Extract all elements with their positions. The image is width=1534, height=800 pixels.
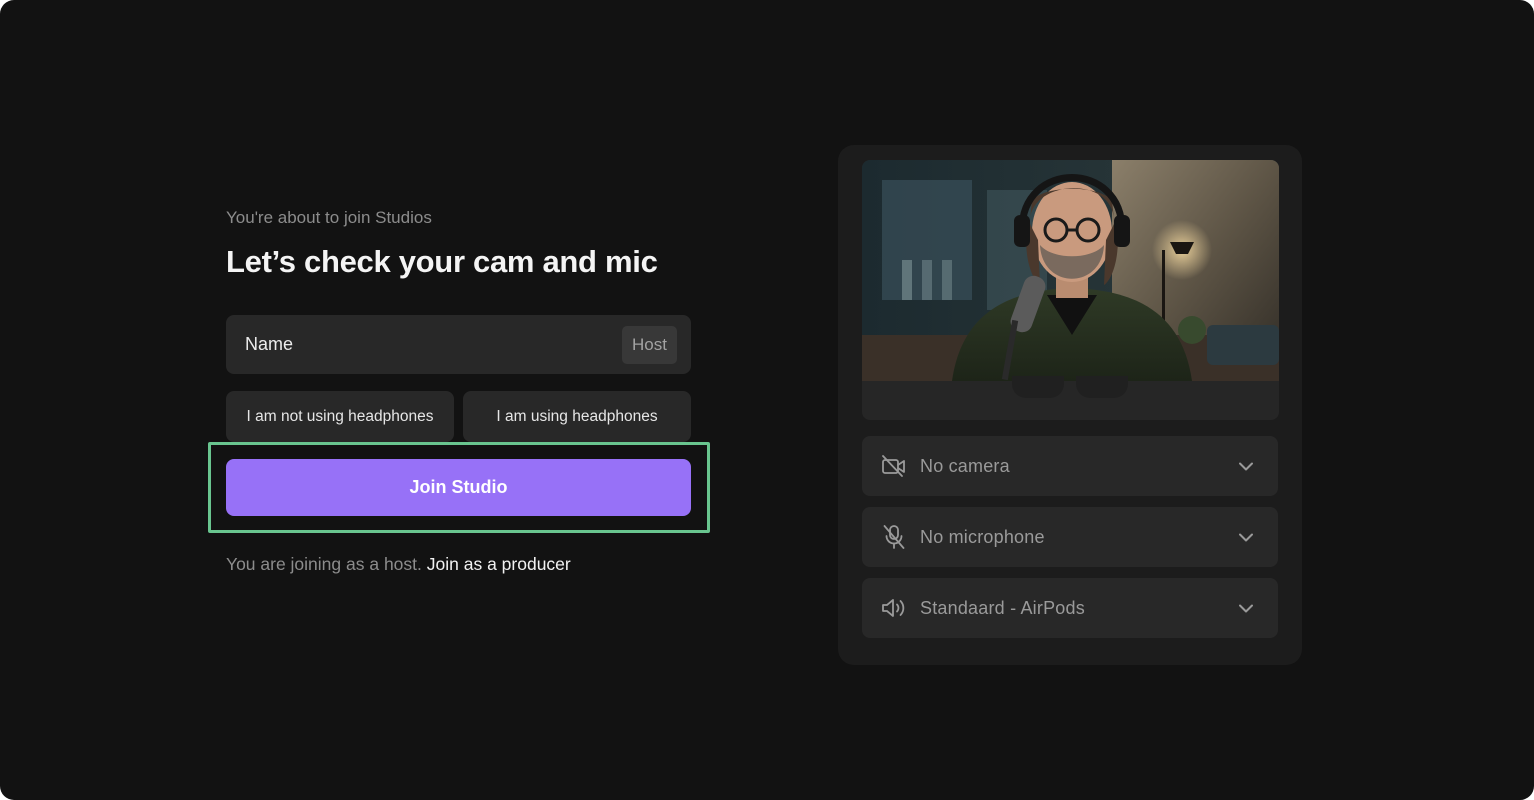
- device-panel: No camera No microphone Standaard - AirP…: [838, 145, 1302, 665]
- join-role-note: You are joining as a host. Join as a pro…: [226, 550, 571, 578]
- join-as-producer-link[interactable]: Join as a producer: [427, 554, 571, 574]
- chevron-down-icon: [1238, 600, 1254, 616]
- speaker-icon: [881, 595, 907, 621]
- chevron-down-icon: [1238, 529, 1254, 545]
- camera-select-label: No camera: [920, 455, 1010, 476]
- speaker-select-label: Standaard - AirPods: [920, 597, 1085, 618]
- join-role-text: You are joining as a host.: [226, 554, 422, 574]
- mic-off-icon: [881, 524, 907, 550]
- camera-preview: [862, 160, 1279, 420]
- join-studio-button[interactable]: Join Studio: [226, 459, 691, 516]
- not-using-headphones-button[interactable]: I am not using headphones: [226, 391, 454, 442]
- using-headphones-button[interactable]: I am using headphones: [463, 391, 691, 442]
- join-subtitle: You're about to join Studios: [226, 208, 432, 227]
- speaker-select[interactable]: Standaard - AirPods: [862, 578, 1278, 638]
- chevron-down-icon: [1238, 458, 1254, 474]
- video-control-right: [1076, 376, 1128, 398]
- role-badge: Host: [622, 325, 677, 364]
- microphone-select[interactable]: No microphone: [862, 507, 1278, 567]
- camera-select[interactable]: No camera: [862, 436, 1278, 496]
- name-field[interactable]: Host: [226, 315, 691, 374]
- join-studio-screen: You're about to join Studios Let’s check…: [0, 0, 1534, 800]
- name-input[interactable]: [245, 324, 623, 365]
- page-title: Let’s check your cam and mic: [226, 244, 658, 279]
- video-feed: [862, 160, 1279, 381]
- microphone-select-label: No microphone: [920, 526, 1045, 547]
- camera-off-icon: [881, 453, 907, 479]
- video-control-left: [1012, 376, 1064, 398]
- join-form: You're about to join Studios Let’s check…: [208, 204, 710, 574]
- headphone-options: I am not using headphones I am using hea…: [226, 391, 691, 442]
